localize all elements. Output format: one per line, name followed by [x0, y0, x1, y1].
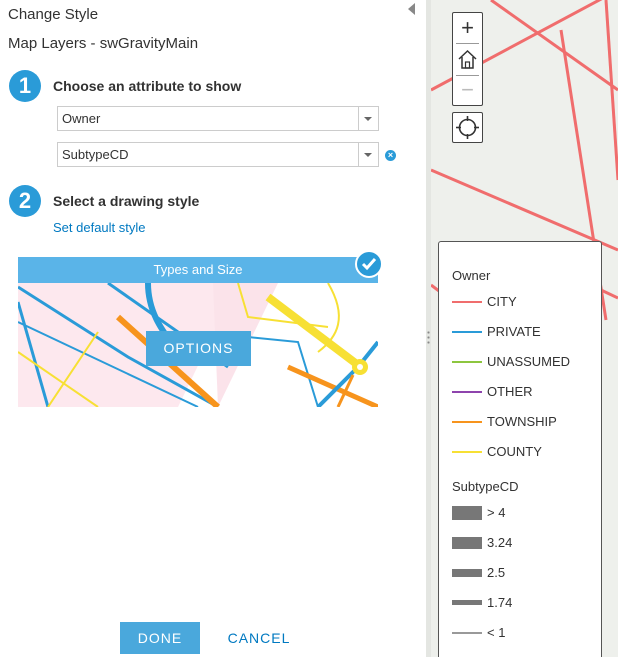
legend-label: CITY — [487, 294, 517, 309]
legend-owner-title: Owner — [452, 268, 491, 283]
collapse-panel-icon[interactable] — [408, 3, 415, 15]
selected-check-icon — [355, 250, 383, 278]
legend-item: PRIVATE — [452, 322, 602, 342]
legend-label: UNASSUMED — [487, 354, 571, 369]
legend-label: PRIVATE — [487, 324, 541, 339]
attribute-select-1[interactable]: Owner — [57, 106, 379, 131]
legend-item: COUNTY — [452, 442, 602, 462]
locate-icon — [456, 116, 479, 139]
attribute-select-2-value: SubtypeCD — [62, 147, 129, 162]
legend-line-swatch — [452, 451, 482, 453]
home-icon[interactable] — [453, 44, 482, 75]
legend-item: UNASSUMED — [452, 352, 602, 372]
legend-size-item: 2.5 — [452, 563, 602, 583]
legend-size-item: > 4 — [452, 503, 602, 523]
legend-label: < 1 — [487, 625, 506, 640]
splitter-grip-icon[interactable] — [427, 330, 430, 346]
remove-attribute-icon[interactable]: × — [385, 150, 396, 161]
legend-panel: Owner CITY PRIVATE UNASSUMED OTHER TOWNS… — [438, 241, 602, 657]
step-2-badge: 2 — [9, 185, 41, 217]
step-2-label: Select a drawing style — [53, 193, 200, 209]
legend-label: TOWNSHIP — [487, 414, 557, 429]
legend-item: TOWNSHIP — [452, 412, 602, 432]
layer-title: Map Layers - swGravityMain — [8, 35, 199, 52]
legend-line-swatch — [452, 421, 482, 423]
options-button[interactable]: OPTIONS — [146, 331, 251, 366]
zoom-out-button[interactable]: − — [453, 75, 482, 106]
legend-size-item: < 1 — [452, 623, 602, 643]
zoom-control: + − — [452, 12, 483, 106]
chevron-down-icon[interactable] — [358, 107, 378, 130]
legend-size-swatch — [452, 600, 482, 605]
legend-label: > 4 — [487, 505, 506, 520]
legend-item: OTHER — [452, 382, 602, 402]
legend-label: 2.5 — [487, 565, 506, 580]
legend-size-swatch — [452, 506, 482, 520]
card-title: Types and Size — [18, 257, 378, 283]
zoom-in-button[interactable]: + — [453, 13, 482, 44]
panel-title: Change Style — [8, 6, 99, 23]
legend-label: OTHER — [487, 384, 533, 399]
attribute-select-2[interactable]: SubtypeCD — [57, 142, 379, 167]
cancel-button[interactable]: CANCEL — [218, 622, 300, 654]
legend-line-swatch — [452, 331, 482, 333]
legend-size-swatch — [452, 632, 482, 634]
legend-label: 3.24 — [487, 535, 513, 550]
legend-line-swatch — [452, 301, 482, 303]
legend-size-swatch — [452, 569, 482, 577]
attribute-select-1-value: Owner — [62, 111, 101, 126]
step-1-label: Choose an attribute to show — [53, 78, 242, 94]
legend-size-item: 3.24 — [452, 533, 602, 553]
legend-line-swatch — [452, 361, 482, 363]
legend-size-swatch — [452, 537, 482, 549]
legend-line-swatch — [452, 391, 482, 393]
legend-item: CITY — [452, 292, 602, 312]
legend-size-item: 1.74 — [452, 593, 602, 613]
set-default-style-link[interactable]: Set default style — [53, 220, 146, 235]
legend-label: COUNTY — [487, 444, 542, 459]
chevron-down-icon[interactable] — [358, 143, 378, 166]
legend-size-title: SubtypeCD — [452, 479, 519, 494]
change-style-panel: Change Style Map Layers - swGravityMain … — [0, 0, 426, 657]
locate-button[interactable] — [452, 112, 483, 143]
step-1-badge: 1 — [9, 70, 41, 102]
done-button[interactable]: DONE — [120, 622, 200, 654]
legend-label: 1.74 — [487, 595, 513, 610]
